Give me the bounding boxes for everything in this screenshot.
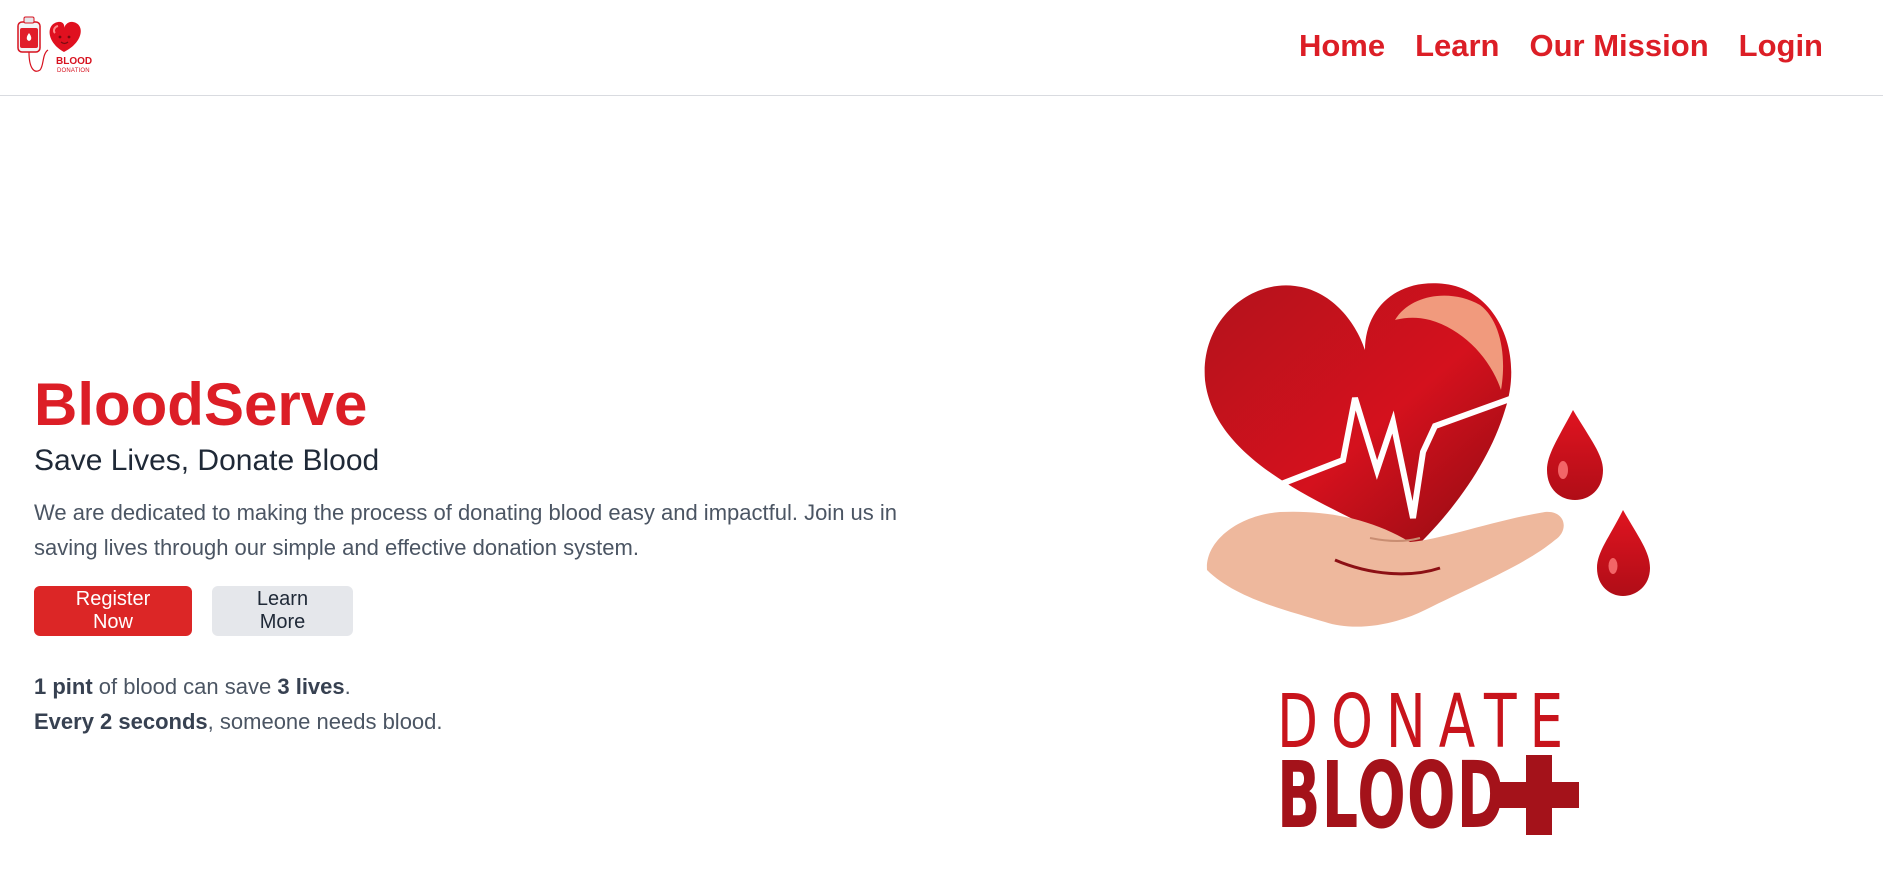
hero-section: BloodServe Save Lives, Donate Blood We a… [34,370,914,739]
heart-hand-drops-icon [1204,283,1650,627]
nav-home-link[interactable]: Home [1299,28,1385,64]
blood-word: BLOOD [1277,742,1506,849]
learn-more-button[interactable]: Learn More [212,586,353,636]
stat-pint-bold: 1 pint [34,674,93,699]
stat-pint-end: . [344,674,351,699]
nav-learn-link[interactable]: Learn [1415,28,1499,64]
nav-our-mission-link[interactable]: Our Mission [1530,28,1709,64]
logo-text-blood: BLOOD [56,56,93,67]
stat-line-seconds: Every 2 seconds, someone needs blood. [34,704,914,739]
stat-line-pint: 1 pint of blood can save 3 lives. [34,669,914,704]
blood-bag-heart-icon [17,16,81,72]
hero-button-row: Register Now Learn More [34,586,914,636]
hero-subtitle: Save Lives, Donate Blood [34,444,380,477]
blood-donation-logo[interactable]: BLOOD DONATION [16,16,96,76]
donate-blood-illustration: DONATE BLOOD [1195,280,1675,849]
nav-login-link[interactable]: Login [1739,28,1823,64]
register-now-button[interactable]: Register Now [34,586,192,636]
navbar: BLOOD DONATION Home Learn Our Mission Lo… [0,0,1883,96]
stat-seconds-bold: Every 2 seconds [34,709,208,734]
medical-cross-icon [1499,755,1579,835]
hero-description: We are dedicated to making the process o… [34,500,898,560]
stat-pint-mid: of blood can save [92,674,278,699]
hero-title: BloodServe [34,371,368,438]
main-nav: Home Learn Our Mission Login [1299,28,1823,64]
donation-stats: 1 pint of blood can save 3 lives. Every … [34,669,914,739]
logo-text-donation: DONATION [57,68,90,74]
stat-lives-bold: 3 lives [277,674,345,699]
stat-seconds-end: , someone needs blood. [207,709,443,734]
